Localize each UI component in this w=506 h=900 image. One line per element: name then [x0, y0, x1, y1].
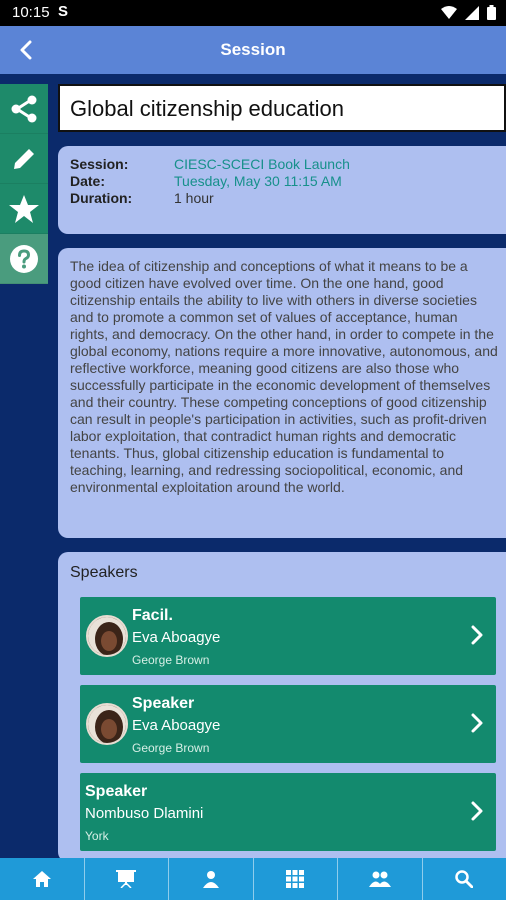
- status-s-icon: S: [58, 3, 69, 20]
- bottom-nav: [0, 858, 506, 900]
- avatar: [86, 703, 128, 745]
- share-button[interactable]: [0, 84, 48, 134]
- date-label: Date:: [70, 173, 106, 189]
- duration-label: Duration:: [70, 190, 133, 206]
- speakers-card: Speakers Facil. Eva Aboagye George Brown…: [58, 552, 506, 862]
- speaker-org: York: [85, 829, 109, 843]
- speaker-name: Eva Aboagye: [132, 629, 221, 646]
- grid-icon: [286, 870, 305, 888]
- speaker-item[interactable]: Speaker Eva Aboagye George Brown: [80, 685, 496, 763]
- session-value[interactable]: CIESC-SCECI Book Launch: [174, 156, 350, 173]
- speaker-item[interactable]: Facil. Eva Aboagye George Brown: [80, 597, 496, 675]
- status-icons: [441, 5, 496, 20]
- speaker-item[interactable]: Speaker Nombuso Dlamini York: [80, 773, 496, 851]
- page-title: Session: [220, 40, 286, 59]
- status-bar: 10:15 S: [0, 0, 506, 26]
- presentation-icon: [116, 870, 137, 888]
- chevron-right-icon: [471, 625, 483, 645]
- session-description-card: The idea of citizenship and conceptions …: [58, 248, 506, 538]
- speaker-name: Eva Aboagye: [132, 717, 221, 734]
- nav-sessions[interactable]: [85, 858, 169, 900]
- chevron-right-icon: [471, 713, 483, 733]
- nav-attendees[interactable]: [338, 858, 423, 900]
- help-icon: [10, 244, 38, 273]
- wifi-icon: [441, 5, 457, 19]
- speaker-name: Nombuso Dlamini: [85, 805, 204, 822]
- favorite-button[interactable]: [0, 184, 48, 234]
- duration-value: 1 hour: [174, 190, 214, 206]
- status-time: 10:15: [12, 4, 50, 21]
- speaker-role: Speaker: [85, 783, 148, 800]
- nav-speakers[interactable]: [169, 858, 254, 900]
- speaker-org: George Brown: [132, 653, 210, 667]
- signal-icon: [465, 5, 479, 20]
- nav-search[interactable]: [423, 858, 506, 900]
- session-description: The idea of citizenship and conceptions …: [70, 258, 498, 495]
- battery-icon: [487, 5, 496, 20]
- session-label: Session:: [70, 156, 129, 172]
- avatar: [86, 615, 128, 657]
- speaker-org: George Brown: [132, 741, 210, 755]
- star-icon: [9, 194, 39, 223]
- help-button[interactable]: [0, 234, 48, 284]
- people-icon: [368, 871, 391, 887]
- speakers-heading: Speakers: [70, 564, 138, 581]
- speaker-role: Speaker: [132, 695, 195, 712]
- app-bar: Session: [0, 26, 506, 74]
- session-title-card: Global citizenship education: [58, 84, 506, 132]
- side-action-rail: [0, 84, 48, 284]
- share-icon: [11, 95, 37, 122]
- date-value[interactable]: Tuesday, May 30 11:15 AM: [174, 173, 342, 190]
- user-icon: [202, 871, 219, 888]
- search-icon: [455, 870, 474, 888]
- edit-button[interactable]: [0, 134, 48, 184]
- edit-icon: [14, 148, 34, 169]
- home-icon: [32, 871, 51, 887]
- session-title: Global citizenship education: [70, 96, 344, 121]
- nav-home[interactable]: [0, 858, 85, 900]
- speaker-role: Facil.: [132, 607, 173, 624]
- nav-grid[interactable]: [254, 858, 338, 900]
- chevron-right-icon: [471, 801, 483, 821]
- session-info-card: Session: CIESC-SCECI Book Launch Date: T…: [58, 146, 506, 234]
